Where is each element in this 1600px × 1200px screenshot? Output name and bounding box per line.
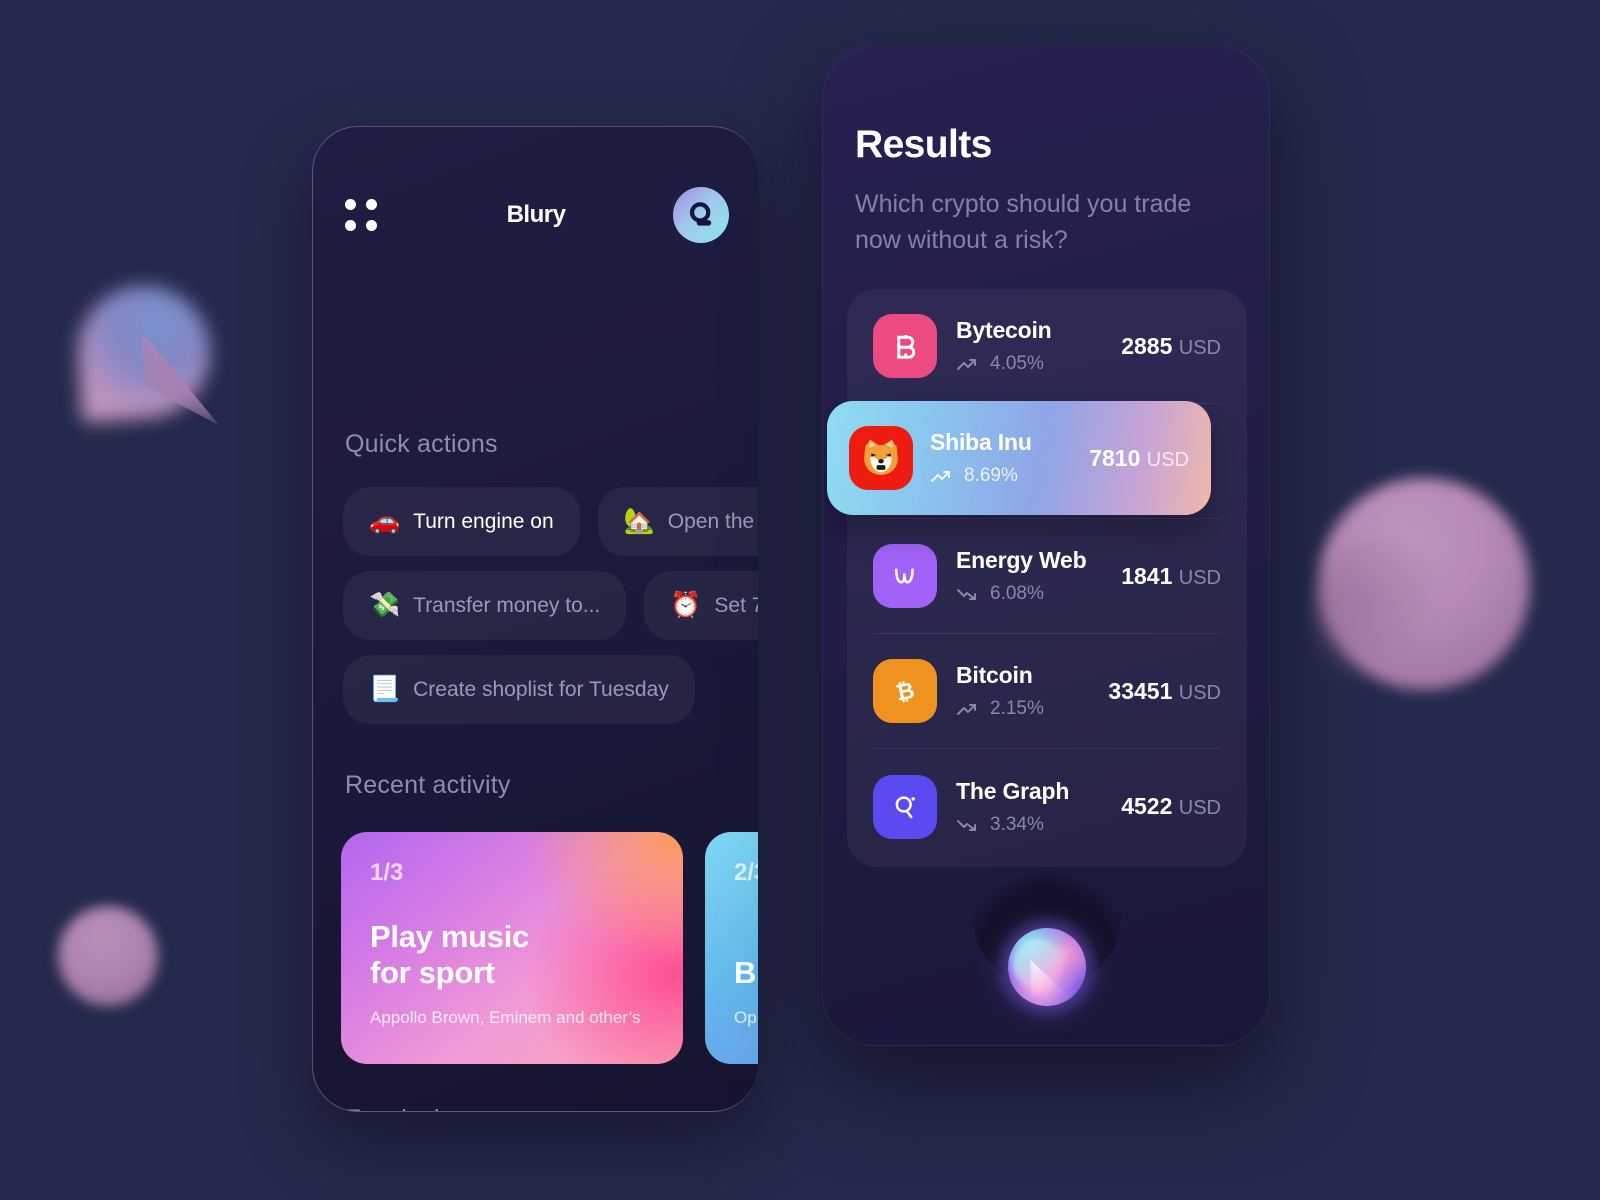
page-title: Results	[855, 123, 992, 166]
decorative-sphere-small	[58, 906, 158, 1006]
coin-row-shiba-inu-selected[interactable]: Shiba Inu 8.69% 7810 USD	[827, 401, 1211, 515]
quick-actions-heading: Quick actions	[345, 430, 498, 458]
coin-price-currency: USD	[1178, 797, 1221, 819]
siri-orb-icon[interactable]	[995, 915, 1099, 1019]
trend-up-icon	[931, 471, 950, 482]
coin-price-currency: USD	[1178, 681, 1221, 704]
quick-action-label: Transfer money to...	[413, 593, 601, 617]
trend-up-icon	[957, 359, 976, 370]
app-header: Blury	[313, 185, 758, 255]
activity-card[interactable]: 1/3 Play music for sport Appollo Brown, …	[341, 832, 683, 1064]
coin-price-currency: USD	[1146, 448, 1189, 471]
coin-list: Bytecoin 4.05% 2885 USD Energy Web 6.08%…	[847, 289, 1247, 867]
house-icon: 🏡	[623, 507, 655, 535]
alarm-clock-icon: ⏰	[670, 591, 702, 619]
quick-actions-list: 🚗 Turn engine on 🏡 Open the do... 💸 Tran…	[343, 487, 758, 739]
top-news-heading: Top design news	[345, 1105, 534, 1111]
money-icon: 💸	[369, 591, 401, 619]
coin-name: Bitcoin	[956, 662, 1033, 688]
coin-name: The Graph	[956, 777, 1070, 804]
trend-up-icon	[957, 704, 976, 715]
coin-row-energy-web[interactable]: Energy Web 6.08% 1841 USD	[873, 519, 1221, 634]
quick-action-chip-door[interactable]: 🏡 Open the do...	[597, 487, 758, 556]
activity-card[interactable]: 2/3 B Op	[705, 832, 758, 1064]
svg-text:₿: ₿	[894, 677, 917, 705]
quick-action-chip-shoplist[interactable]: 📃 Create shoplist for Tuesday	[343, 655, 695, 724]
coin-change: 3.34%	[990, 813, 1044, 835]
coin-price: 33451 USD	[1108, 678, 1221, 705]
background-decoration	[0, 0, 1600, 1200]
coin-change: 2.15%	[990, 698, 1044, 719]
coin-row-bitcoin[interactable]: ₿ Bitcoin 2.15% 33451 USD	[873, 634, 1221, 749]
coin-price: 2885 USD	[1121, 333, 1221, 360]
coin-price-currency: USD	[1178, 566, 1221, 589]
quick-action-chip-alarm[interactable]: ⏰ Set 7:00	[644, 571, 758, 640]
bytecoin-icon	[873, 314, 937, 378]
car-icon: 🚗	[369, 507, 401, 535]
coin-price: 1841 USD	[1121, 563, 1221, 590]
coin-price-currency: USD	[1178, 336, 1221, 359]
coin-price-value: 33451	[1108, 677, 1173, 704]
coin-price-value: 7810	[1089, 444, 1141, 471]
trend-down-icon	[957, 819, 976, 831]
coin-price: 4522 USD	[1121, 793, 1221, 820]
activity-card-counter: 1/3	[370, 859, 404, 886]
page-icon: 📃	[369, 675, 401, 703]
shiba-inu-icon	[849, 426, 913, 490]
coin-row-the-graph[interactable]: The Graph 3.34% 4522 USD	[873, 749, 1221, 864]
coin-row-bytecoin[interactable]: Bytecoin 4.05% 2885 USD	[873, 289, 1221, 404]
bitcoin-icon: ₿	[873, 659, 937, 723]
coin-change: 8.69%	[964, 465, 1018, 486]
quick-action-label: Turn engine on	[413, 509, 554, 533]
assistant-avatar-icon[interactable]	[673, 187, 729, 243]
decorative-sphere-large	[1309, 478, 1530, 695]
coin-price-value: 4522	[1121, 793, 1173, 819]
recent-activity-carousel[interactable]: 1/3 Play music for sport Appollo Brown, …	[341, 832, 758, 1064]
quick-action-chip-transfer[interactable]: 💸 Transfer money to...	[343, 571, 627, 640]
activity-card-title: Play music for sport	[370, 919, 529, 991]
coin-name: Bytecoin	[956, 317, 1052, 343]
quick-action-chip-engine[interactable]: 🚗 Turn engine on	[343, 487, 580, 556]
left-phone-screen: Blury Quick actions 🚗 Turn engine on 🏡 O…	[312, 126, 758, 1112]
coin-price-value: 1841	[1121, 562, 1173, 589]
coin-change: 4.05%	[990, 353, 1044, 374]
activity-card-subtitle: Appollo Brown, Eminem and other’s	[370, 1008, 641, 1027]
page-subtitle: Which crypto should you trade now withou…	[855, 190, 1192, 254]
activity-card-subtitle: Op	[734, 1008, 757, 1027]
quick-action-label: Set 7:00	[714, 593, 758, 617]
coin-price: 7810 USD	[1089, 445, 1189, 472]
trend-down-icon	[957, 589, 976, 600]
right-phone-screen: Results Which crypto should you trade no…	[822, 46, 1270, 1046]
results-card: Bytecoin 4.05% 2885 USD Energy Web 6.08%…	[827, 289, 1247, 867]
coin-change: 6.08%	[990, 583, 1044, 604]
quick-action-label: Create shoplist for Tuesday	[413, 677, 669, 701]
energy-web-icon	[873, 544, 937, 608]
activity-card-title: B	[734, 955, 757, 991]
the-graph-icon	[873, 774, 937, 839]
recent-activity-heading: Recent activity	[345, 771, 511, 799]
quick-action-label: Open the do...	[667, 509, 758, 533]
activity-card-counter: 2/3	[734, 859, 758, 886]
coin-price-value: 2885	[1121, 332, 1173, 359]
coin-name: Shiba Inu	[930, 429, 1032, 455]
coin-name: Energy Web	[956, 547, 1087, 573]
